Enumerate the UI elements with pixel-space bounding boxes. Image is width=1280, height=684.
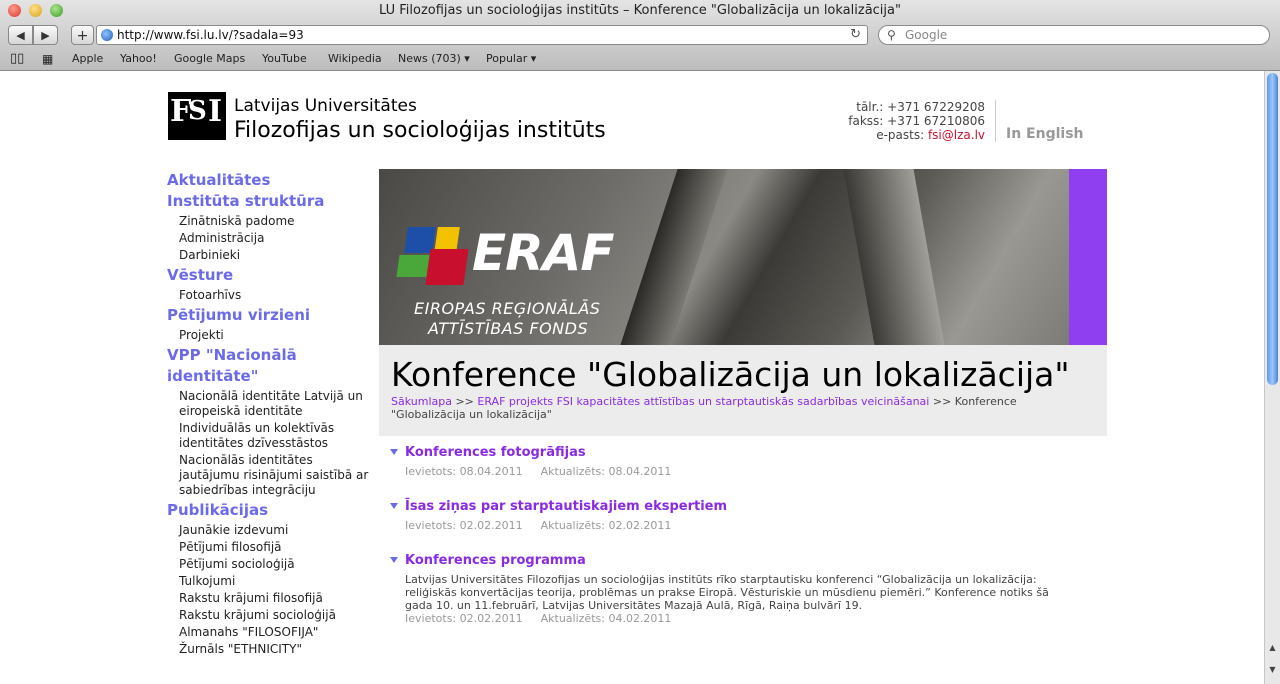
book-icon[interactable]: ▯▯ — [10, 50, 24, 68]
news-updated: Aktualizēts: 08.04.2011 — [540, 465, 672, 478]
reload-icon[interactable]: ↻ — [850, 26, 861, 44]
breadcrumb-parent[interactable]: ERAF projekts FSI kapacitātes attīstības… — [477, 395, 929, 408]
bookmark-yahoo[interactable]: Yahoo! — [120, 50, 157, 68]
sidebar-section-link[interactable]: Aktualitātes — [167, 170, 377, 191]
language-link[interactable]: In English — [1006, 126, 1084, 142]
news-title-link[interactable]: Īsas ziņas par starptautiskajiem ekspert… — [405, 499, 727, 514]
window-title: LU Filozofijas un socioloģijas institūts… — [379, 3, 901, 18]
grid-icon[interactable]: ▦ — [42, 50, 53, 68]
news-dates: Ievietots: 02.02.2011 Aktualizēts: 02.02.… — [405, 519, 689, 532]
browser-toolbar: ◀ ▶ + http://www.fsi.lu.lv/?sadala=93 ↻ … — [0, 24, 1280, 48]
fsi-logo[interactable]: F S I — [168, 92, 226, 140]
institute-university: Latvijas Universitātes — [234, 96, 417, 116]
sidebar-subitem-link[interactable]: Rakstu krājumi filosofijā — [167, 591, 377, 606]
sidebar-subitem-link[interactable]: Jaunākie izdevumi — [167, 523, 377, 538]
bookmarks-bar: ▯▯ ▦ Apple Yahoo! Google Maps YouTube Wi… — [0, 50, 1280, 68]
email-link[interactable]: fsi@lza.lv — [928, 128, 985, 142]
sidebar-subitem-link[interactable]: Žurnāls "ETHNICITY" — [167, 642, 377, 657]
banner-stripe — [1069, 169, 1107, 345]
web-page: F S I Latvijas Universitātes Filozofijas… — [0, 71, 1264, 684]
news-created: Ievietots: 08.04.2011 — [405, 465, 523, 478]
sidebar-section-link[interactable]: Institūta struktūra — [167, 191, 377, 212]
news-title-link[interactable]: Konferences programma — [405, 553, 586, 568]
breadcrumb: Sākumlapa >> ERAF projekts FSI kapacitāt… — [391, 395, 1091, 421]
address-bar[interactable]: http://www.fsi.lu.lv/?sadala=93 ↻ — [96, 25, 868, 45]
institute-name: Filozofijas un socioloģijas institūts — [234, 118, 606, 143]
close-window-button[interactable] — [8, 4, 21, 17]
page-title: Konference "Globalizācija un lokalizācij… — [391, 355, 1070, 394]
news-title-link[interactable]: Konferences fotogrāfijas — [405, 445, 586, 460]
bullet-triangle-icon — [390, 449, 398, 455]
scroll-down-arrow-icon[interactable]: ▼ — [1265, 659, 1280, 681]
bookmark-youtube[interactable]: YouTube — [262, 50, 307, 68]
browser-chrome: LU Filozofijas un socioloģijas institūts… — [0, 0, 1280, 71]
search-icon: ⚲ — [887, 28, 896, 42]
sidebar-subitem-link[interactable]: Administrācija — [167, 231, 377, 246]
sidebar-subitem-link[interactable]: Rakstu krājumi socioloģijā — [167, 608, 377, 623]
search-field[interactable]: ⚲ Google — [878, 25, 1270, 45]
sidebar-subitem-link[interactable]: Individuālās un kolektīvās identitātes d… — [167, 421, 377, 451]
contact-info: tālr.: +371 67229208 fakss: +371 6721080… — [820, 100, 985, 142]
back-button[interactable]: ◀ — [8, 25, 33, 45]
news-created: Ievietots: 02.02.2011 — [405, 612, 523, 625]
sidebar-subitem-link[interactable]: Tulkojumi — [167, 574, 377, 589]
email-label: e-pasts: — [876, 128, 928, 142]
news-dates: Ievietots: 08.04.2011 Aktualizēts: 08.04.… — [405, 465, 689, 478]
sidebar-section-link[interactable]: Pētījumu virzieni — [167, 305, 377, 326]
forward-button[interactable]: ▶ — [33, 25, 58, 45]
vertical-scrollbar[interactable]: ▲ ▼ — [1264, 71, 1280, 684]
url-text[interactable]: http://www.fsi.lu.lv/?sadala=93 — [117, 26, 304, 44]
bookmark-wikipedia[interactable]: Wikipedia — [328, 50, 382, 68]
breadcrumb-home[interactable]: Sākumlapa — [391, 395, 452, 408]
search-placeholder: Google — [905, 28, 948, 42]
scroll-up-arrow-icon[interactable]: ▲ — [1265, 637, 1280, 659]
news-updated: Aktualizēts: 02.02.2011 — [540, 519, 672, 532]
sidebar-nav: Aktualitātes Institūta struktūra Zinātnisk… — [167, 170, 377, 659]
sidebar-section-link[interactable]: Publikācijas — [167, 500, 377, 521]
minimize-window-button[interactable] — [29, 4, 42, 17]
eraf-subtitle-2: ATTĪSTĪBAS FONDS — [428, 319, 589, 338]
banner-shadow — [620, 169, 728, 345]
news-summary: Latvijas Universitātes Filozofijas un so… — [405, 573, 1049, 612]
sidebar-subitem-link[interactable]: Fotoarhīvs — [167, 288, 377, 303]
divider — [995, 100, 996, 142]
sidebar-section-link[interactable]: VPP "Nacionālā identitāte" — [167, 345, 377, 387]
sidebar-subitem-link[interactable]: Pētījumi filosofijā — [167, 540, 377, 555]
globe-icon — [101, 29, 113, 41]
news-updated: Aktualizēts: 04.02.2011 — [540, 612, 672, 625]
bookmark-news[interactable]: News (703) ▾ — [398, 50, 470, 68]
bookmark-popular[interactable]: Popular ▾ — [486, 50, 536, 68]
sidebar-subitem-link[interactable]: Almanahs "FILOSOFIJA" — [167, 625, 377, 640]
sidebar-subitem-link[interactable]: Pētījumi socioloģijā — [167, 557, 377, 572]
title-box: Konference "Globalizācija un lokalizācij… — [379, 345, 1107, 436]
sidebar-section-link[interactable]: Vēsture — [167, 265, 377, 286]
breadcrumb-separator: >> — [451, 395, 478, 408]
eraf-logo-text: ERAF — [472, 224, 615, 282]
bookmark-google-maps[interactable]: Google Maps — [174, 50, 245, 68]
email-line: e-pasts: fsi@lza.lv — [820, 128, 985, 142]
phone: tālr.: +371 67229208 — [856, 100, 985, 114]
bullet-triangle-icon — [390, 557, 398, 563]
bullet-triangle-icon — [390, 503, 398, 509]
sidebar-subitem-link[interactable]: Nacionālās identitātes jautājumu risināj… — [167, 453, 377, 498]
add-bookmark-button[interactable]: + — [71, 25, 94, 45]
scrollbar-thumb[interactable] — [1267, 73, 1278, 385]
eraf-subtitle-1: EIROPAS REĢIONĀLĀS — [414, 299, 601, 318]
fax: fakss: +371 67210806 — [848, 114, 985, 128]
eraf-logo-icon — [396, 227, 469, 289]
breadcrumb-separator: >> — [929, 395, 955, 408]
sidebar-subitem-link[interactable]: Projekti — [167, 328, 377, 343]
sidebar-subitem-link[interactable]: Nacionālā identitāte Latvijā un eiropeis… — [167, 389, 377, 419]
sidebar-subitem-link[interactable]: Darbinieki — [167, 248, 377, 263]
zoom-window-button[interactable] — [50, 4, 63, 17]
sidebar-subitem-link[interactable]: Zinātniskā padome — [167, 214, 377, 229]
news-dates: Ievietots: 02.02.2011 Aktualizēts: 04.02.… — [405, 612, 689, 625]
bookmark-apple[interactable]: Apple — [72, 50, 103, 68]
banner-shadow — [843, 169, 945, 345]
news-created: Ievietots: 02.02.2011 — [405, 519, 523, 532]
